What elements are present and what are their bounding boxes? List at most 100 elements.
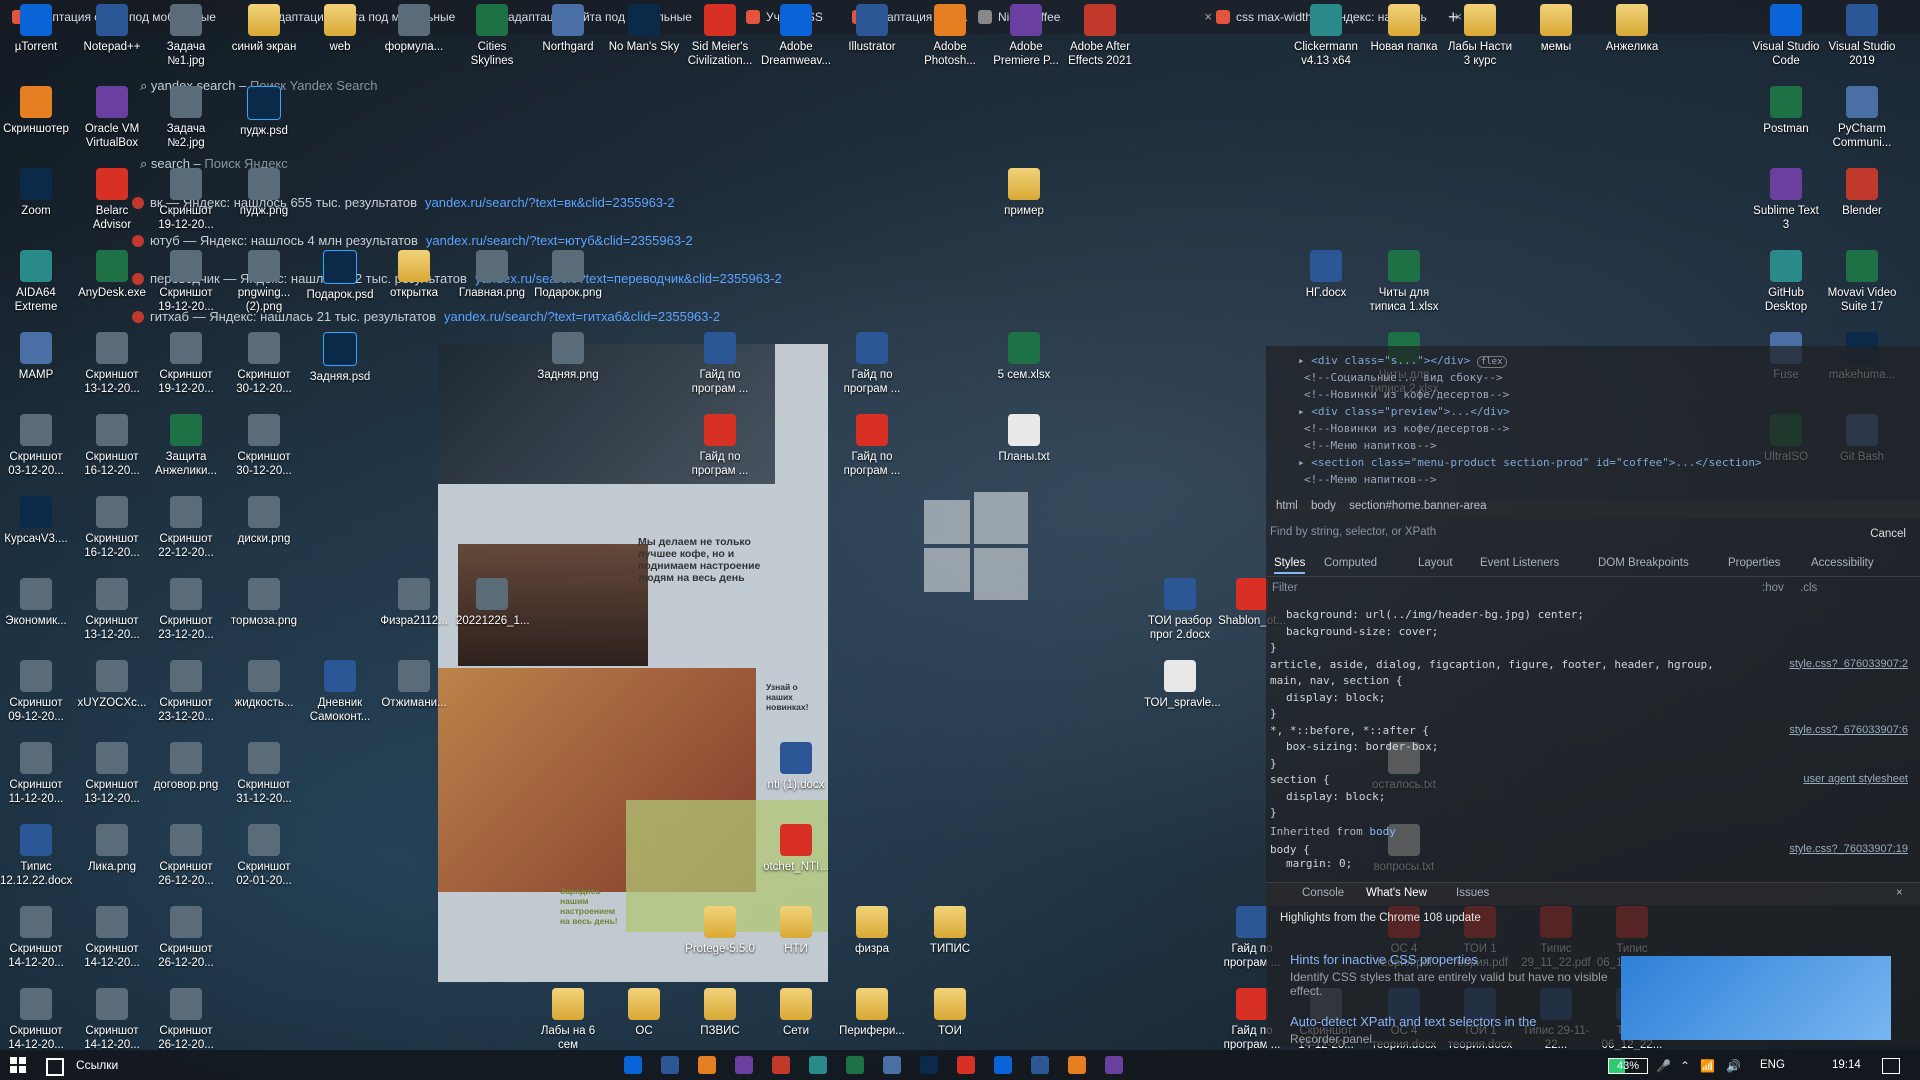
desktop-icon[interactable]: Задняя.psd [304, 332, 376, 384]
desktop-icon[interactable]: Adobe Premiere P... [990, 4, 1062, 68]
desktop-icon[interactable]: Adobe Dreamweav... [760, 4, 832, 68]
desktop-icon[interactable]: GitHub Desktop [1750, 250, 1822, 314]
desktop-icon[interactable]: AnyDesk.exe [76, 250, 148, 300]
desktop-icon[interactable]: web [304, 4, 376, 54]
style-source-link[interactable]: style.css?_676033907:2 [1789, 658, 1908, 670]
desktop-icon[interactable]: otchet_NTI... [760, 824, 832, 874]
style-property[interactable]: margin: 0; [1286, 857, 1352, 870]
desktop-icon[interactable]: пудж.png [228, 168, 300, 218]
desktop-icon[interactable]: Notepad++ [76, 4, 148, 54]
desktop-icon[interactable]: договор.png [150, 742, 222, 792]
desktop-icon[interactable]: Скриншот 11-12-20... [0, 742, 72, 806]
volume-icon[interactable]: 🔊 [1726, 1059, 1741, 1073]
hov-toggle[interactable]: :hov [1762, 582, 1784, 594]
vscode-icon[interactable] [1105, 1056, 1123, 1074]
desktop-icon[interactable]: 5 сем.xlsx [988, 332, 1060, 382]
dom-node[interactable]: ▸ <div class="preview">...</div> [1298, 405, 1510, 418]
desktop-icon[interactable]: Скриншот 26-12-20... [150, 824, 222, 888]
whatsapp-icon[interactable] [994, 1056, 1012, 1074]
microphone-icon[interactable]: 🎤 [1656, 1059, 1671, 1073]
links-toolbar[interactable]: Ссылки [76, 1058, 118, 1072]
desktop-icon[interactable]: Скриншот 26-12-20... [150, 988, 222, 1052]
desktop-icon[interactable]: Перифери... [836, 988, 908, 1038]
dom-comment[interactable]: <!--Меню напитков--> [1304, 473, 1436, 486]
desktop-icon[interactable]: ТОИ разбор прог 2.docx [1144, 578, 1216, 642]
desktop-icon[interactable]: Новая папка [1368, 4, 1440, 54]
battery-indicator[interactable]: 43% [1608, 1058, 1648, 1074]
style-line[interactable]: section { [1270, 773, 1330, 786]
desktop-icon[interactable]: Гайд по програм ... [836, 332, 908, 396]
dom-comment[interactable]: <!--Новинки из кофе/десертов--> [1304, 388, 1509, 401]
desktop-icon[interactable]: ТИПИС [914, 906, 986, 956]
steam-icon[interactable] [735, 1056, 753, 1074]
desktop-icon[interactable]: 20221226_1... [456, 578, 530, 628]
dom-comment[interactable]: <!--Социальные... вид сбоку--> [1304, 371, 1503, 384]
dom-comment[interactable]: <!--Новинки из кофе/десертов--> [1304, 422, 1509, 435]
style-line[interactable]: background-size: cover; [1286, 625, 1438, 638]
desktop-icon[interactable]: Скриншот 19-12-20... [150, 250, 222, 314]
desktop-icon[interactable]: Visual Studio Code [1750, 4, 1822, 68]
close-icon[interactable]: × [1896, 887, 1903, 899]
language-indicator[interactable]: ENG [1760, 1059, 1785, 1071]
tab-event-listeners[interactable]: Event Listeners [1480, 557, 1559, 569]
desktop-icon[interactable]: Защита Анжелики... [150, 414, 222, 478]
desktop-icon[interactable]: Sid Meier's Civilization... [684, 4, 756, 68]
desktop-icon[interactable]: синий экран [228, 4, 300, 54]
desktop-icon[interactable]: Гайд по програм ... [684, 332, 756, 396]
style-line[interactable]: box-sizing: border-box; [1286, 740, 1438, 753]
desktop-icon[interactable]: Планы.txt [988, 414, 1060, 464]
desktop-icon[interactable]: Задача №2.jpg [150, 86, 222, 150]
desktop-icon[interactable]: Illustrator [836, 4, 908, 54]
file-explorer-icon[interactable] [624, 1056, 642, 1074]
desktop-icon[interactable]: Скриншот 13-12-20... [76, 332, 148, 396]
desktop-icon[interactable]: Скриншот 13-12-20... [76, 742, 148, 806]
desktop-icon[interactable]: Скриншот 16-12-20... [76, 414, 148, 478]
style-line[interactable]: display: block; [1286, 691, 1385, 704]
desktop-icon[interactable]: Подарок.psd [304, 250, 376, 302]
desktop-icon[interactable]: пудж.psd [228, 86, 300, 138]
desktop-icon[interactable]: Northgard [532, 4, 604, 54]
app-icon[interactable] [846, 1056, 864, 1074]
desktop-icon[interactable]: Скриншот 22-12-20... [150, 496, 222, 560]
desktop-icon[interactable]: Скриншот 09-12-20... [0, 660, 72, 724]
desktop-icon[interactable]: µTorrent [0, 4, 72, 54]
task-view-button[interactable] [46, 1058, 64, 1076]
discord-icon[interactable] [957, 1056, 975, 1074]
tab-dom-breakpoints[interactable]: DOM Breakpoints [1598, 557, 1689, 569]
history-suggestion[interactable]: ютуб — Яндекс: нашлось 4 млн результатов… [132, 233, 693, 248]
desktop-icon[interactable]: nti (1).docx [760, 742, 832, 792]
tab-styles[interactable]: Styles [1274, 557, 1306, 574]
tab-console[interactable]: Console [1302, 887, 1344, 899]
style-rule[interactable]: body { [1270, 843, 1310, 856]
desktop-icon[interactable]: Гайд по програм ... [684, 414, 756, 478]
desktop-icon[interactable]: формула... [378, 4, 450, 54]
start-button[interactable] [10, 1057, 26, 1073]
desktop-icon[interactable]: Скриншот 31-12-20... [228, 742, 300, 806]
desktop-icon[interactable]: Скриншот 14-12-20... [76, 988, 148, 1052]
edge-icon[interactable] [698, 1056, 716, 1074]
desktop-icon[interactable]: Adobe Photosh... [914, 4, 986, 68]
desktop-icon[interactable]: Visual Studio 2019 [1826, 4, 1898, 68]
desktop-icon[interactable]: Скриншот 26-12-20... [150, 906, 222, 970]
style-line[interactable]: article, aside, dialog, figcaption, figu… [1270, 658, 1714, 671]
style-source-link[interactable]: style.css?_676033907:6 [1789, 724, 1908, 736]
app-icon[interactable] [772, 1056, 790, 1074]
calculator-icon[interactable] [809, 1056, 827, 1074]
desktop-icon[interactable]: Скриншотер [0, 86, 72, 136]
desktop-icon[interactable]: Скриншот 30-12-20... [228, 332, 300, 396]
tab-issues[interactable]: Issues [1456, 887, 1489, 899]
desktop-icon[interactable]: мемы [1520, 4, 1592, 54]
desktop-icon[interactable]: ОС [608, 988, 680, 1038]
style-line[interactable]: main, nav, section { [1270, 674, 1402, 687]
find-input[interactable]: Find by string, selector, or XPath [1270, 526, 1790, 544]
desktop-icon[interactable]: Postman [1750, 86, 1822, 136]
style-line[interactable]: } [1270, 757, 1277, 770]
desktop-icon[interactable]: Читы для типиса 1.xlsx [1368, 250, 1440, 314]
desktop-icon[interactable]: Скриншот 19-12-20... [150, 168, 222, 232]
hint-link[interactable]: Hints for inactive CSS properties [1290, 952, 1478, 967]
shield-icon[interactable] [1068, 1056, 1086, 1074]
desktop-icon[interactable]: Дневник Самоконт... [304, 660, 376, 724]
desktop-icon[interactable]: Задняя.png [532, 332, 604, 382]
hint-link[interactable]: Auto-detect XPath and text selectors in … [1290, 1014, 1536, 1029]
desktop-icon[interactable]: Скриншот 23-12-20... [150, 660, 222, 724]
